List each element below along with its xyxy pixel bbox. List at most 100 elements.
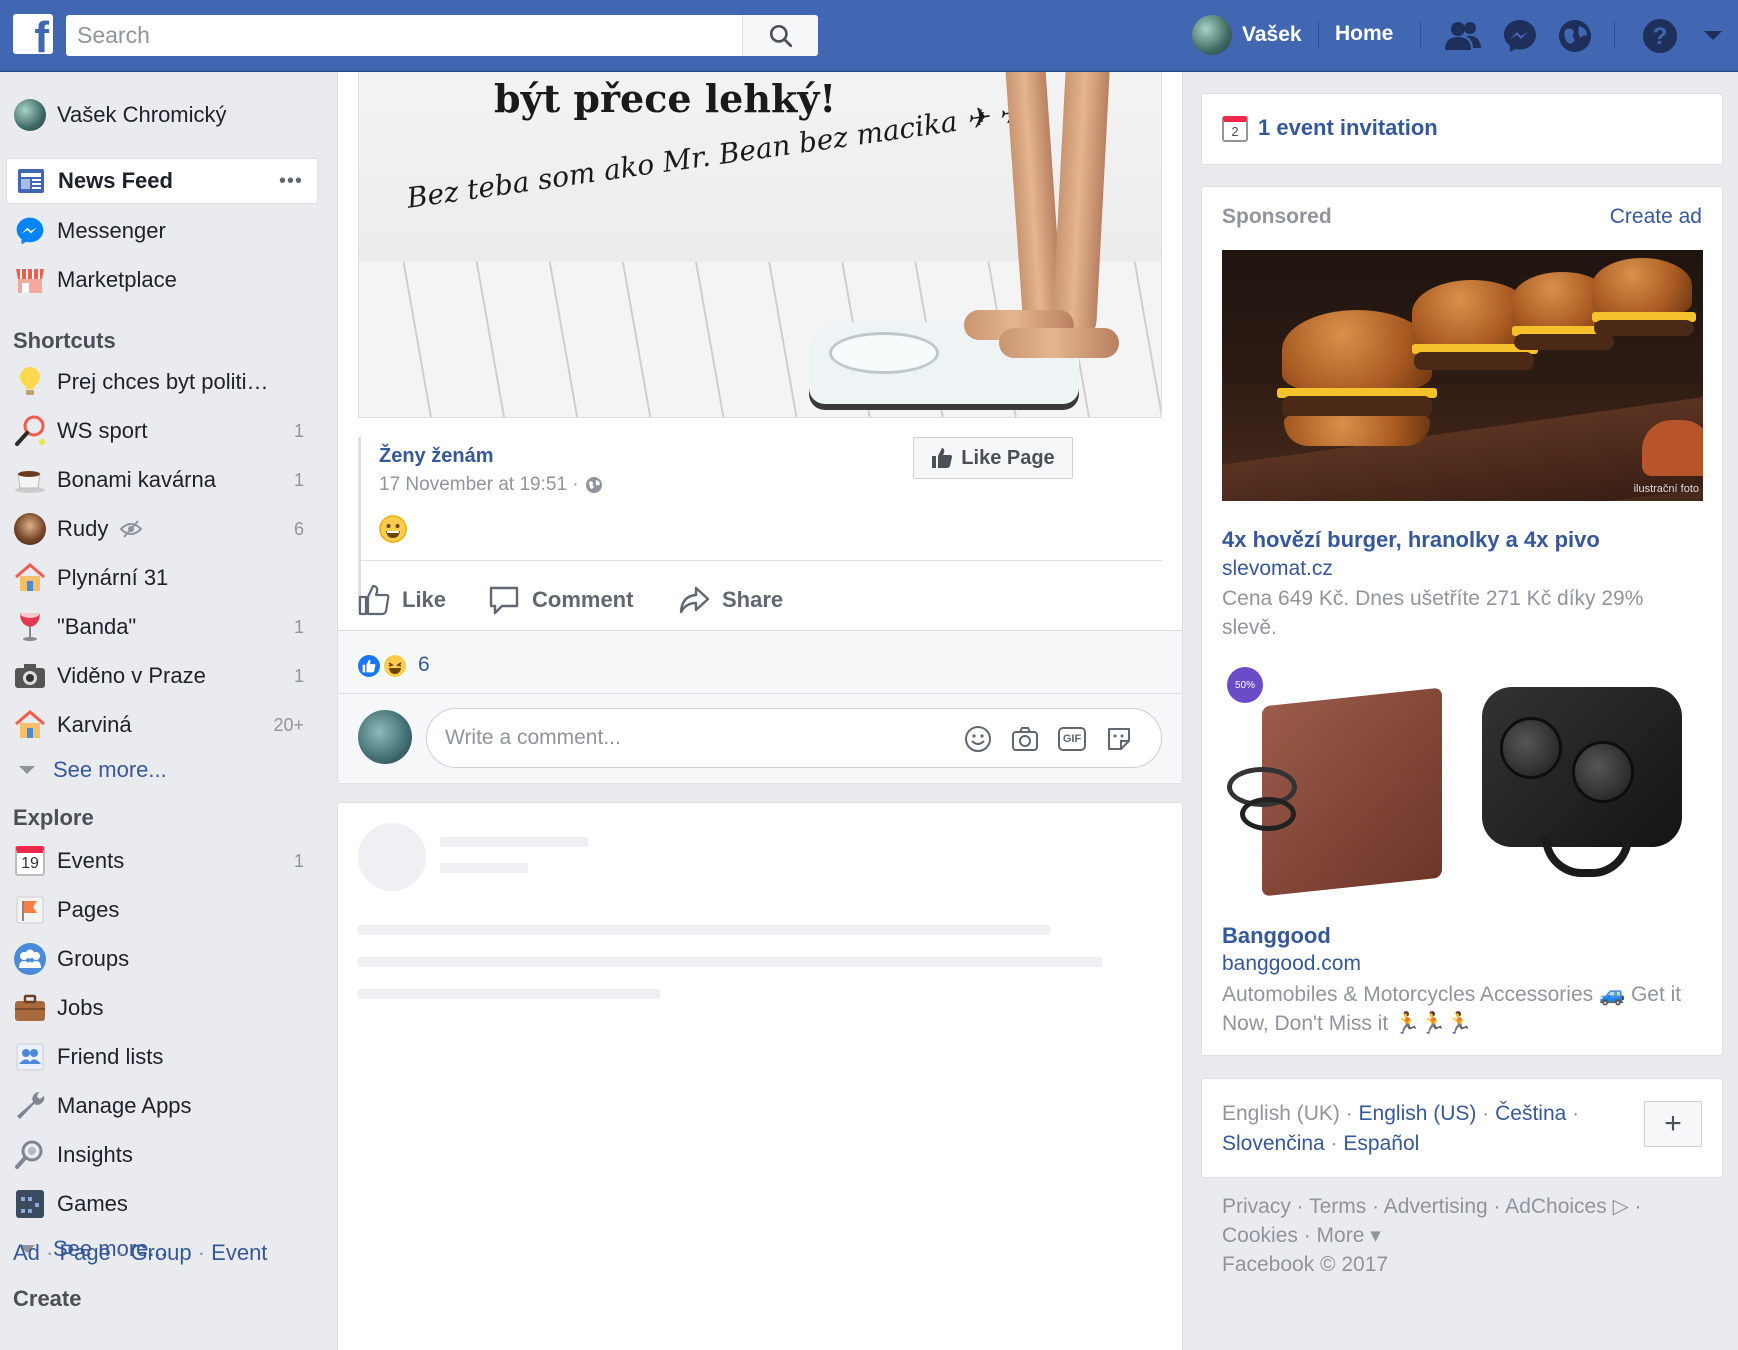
language-link[interactable]: Slovenčina [1222,1132,1325,1155]
event-invitation-card[interactable]: 2 1 event invitation [1201,93,1723,165]
bowl-shape [1642,420,1703,476]
create-ad-link[interactable]: Create ad [1610,205,1702,229]
sidebar-item-games[interactable]: Games [6,1181,318,1227]
haha-reaction-icon [382,653,408,679]
sidebar-item-shortcut[interactable]: Plynární 31 [6,555,318,601]
sidebar-item-shortcut[interactable]: Viděno v Praze 1 [6,653,318,699]
sidebar-item-friend-lists[interactable]: Friend lists [6,1034,318,1080]
sidebar-item-insights[interactable]: Insights [6,1132,318,1178]
patty-shape [1594,320,1694,336]
sidebar-item-manage-apps[interactable]: Manage Apps [6,1083,318,1129]
footer-links-row[interactable]: Cookies · More ▾ [1222,1221,1702,1250]
separator: · [110,1240,131,1265]
sidebar-item-label: Friend lists [57,1044,164,1069]
help-icon[interactable]: ? [1639,15,1681,57]
sidebar-item-label: Plynární 31 [57,565,169,590]
more-languages-plus-icon[interactable]: + [1644,1101,1702,1147]
sidebar-item-label: Games [57,1191,128,1216]
ad-image-note: ilustrační foto [1633,483,1699,495]
sidebar-item-messenger[interactable]: Messenger [6,208,318,254]
patty-shape [1414,352,1534,370]
burger-bun-shape [1284,416,1430,446]
friend-list-icon [13,1040,47,1074]
create-page-link[interactable]: Page [59,1240,110,1265]
left-navigation: Vašek Chromický News Feed ••• Messenger … [0,72,325,1350]
sidebar-item-marketplace[interactable]: Marketplace [6,257,318,303]
timestamp-text: 17 November at 19:51 · [379,474,579,495]
event-invitation-link[interactable]: 1 event invitation [1258,115,1438,141]
comment-input[interactable] [445,709,945,767]
item-count: 6 [293,518,304,539]
sidebar-profile[interactable]: Vašek Chromický [6,92,318,138]
footer-links-row[interactable]: Privacy · Terms · Advertising · AdChoice… [1222,1192,1702,1221]
ad-image-burgers[interactable]: ilustrační foto [1222,250,1703,501]
sticker-icon[interactable] [1104,724,1134,754]
emoji-picker-icon[interactable] [963,724,993,754]
sidebar-item-shortcut[interactable]: "Banda" 1 [6,604,318,650]
sidebar-item-news-feed[interactable]: News Feed ••• [6,158,318,204]
language-link[interactable]: English (US) [1359,1102,1477,1125]
page-name-link[interactable]: Ženy ženám [379,445,493,468]
ad-domain-link[interactable]: banggood.com [1222,952,1361,976]
top-user-name: Vašek [1242,23,1302,46]
ad-domain-link[interactable]: slevomat.cz [1222,557,1333,581]
item-count: 1 [293,616,304,637]
more-options-icon[interactable]: ••• [279,170,303,193]
post-timestamp[interactable]: 17 November at 19:51 · [379,474,603,496]
loading-post-placeholder [337,802,1183,1350]
search-icon [769,24,792,47]
friend-requests-icon[interactable] [1442,15,1484,57]
search-button[interactable] [742,15,818,56]
see-more-shortcuts-link[interactable]: See more... [19,757,167,783]
facebook-logo-icon[interactable]: f [13,14,53,54]
gif-icon[interactable]: GIF [1057,724,1087,754]
sidebar-item-shortcut[interactable]: Prej chces byt politi… [6,359,318,405]
create-ad-link[interactable]: Ad [13,1240,40,1265]
camera-icon[interactable] [1010,724,1040,754]
create-event-link[interactable]: Event [211,1240,267,1265]
sidebar-item-jobs[interactable]: Jobs [6,985,318,1031]
skeleton-line [440,863,528,873]
shared-post-image[interactable]: být přece lehký! Bez teba som ako Mr. Be… [358,72,1162,418]
language-link[interactable]: Español [1343,1132,1419,1155]
share-label: Share [722,587,784,612]
sidebar-item-groups[interactable]: Groups [6,936,318,982]
sidebar-item-shortcut[interactable]: WS sport 1 [6,408,318,454]
like-button[interactable]: Like [358,580,446,620]
separator: · [1339,1102,1359,1125]
search-input[interactable] [66,15,736,56]
games-icon [13,1187,47,1221]
patty-shape [1514,334,1614,350]
home-link[interactable]: Home [1335,22,1393,46]
ad-headline-link[interactable]: 4x hovězí burger, hranolky a 4x pivo [1222,527,1600,553]
notifications-globe-icon[interactable] [1554,15,1596,57]
calendar-date: 19 [15,846,45,876]
sidebar-item-shortcut[interactable]: Karviná 20+ [6,702,318,748]
reactions-summary[interactable]: 6 [338,630,1182,694]
house-icon [13,708,47,742]
ad-headline-link[interactable]: Banggood [1222,923,1331,949]
ad-image-car-accessories[interactable]: 50% [1222,657,1703,897]
gif-label: GIF [1058,727,1086,751]
like-page-button[interactable]: Like Page [913,437,1073,479]
skeleton-line [440,837,588,847]
wrench-icon [13,1089,47,1123]
divider [1420,22,1421,48]
briefcase-icon [13,991,47,1025]
messenger-icon[interactable] [1499,15,1541,57]
top-profile-link[interactable]: Vašek [1192,14,1302,56]
account-menu-chevron-down-icon[interactable] [1692,15,1734,57]
share-button[interactable]: Share [678,580,783,620]
comment-button[interactable]: Comment [488,580,633,620]
avatar-icon [13,512,47,546]
create-group-link[interactable]: Group [130,1240,191,1265]
language-link[interactable]: Čeština [1495,1102,1566,1125]
sidebar-item-label: Karviná [57,712,132,737]
sidebar-item-shortcut[interactable]: Rudy 6 [6,506,318,552]
divider [1614,22,1615,48]
hidden-eye-icon [120,520,142,538]
sidebar-item-pages[interactable]: Pages [6,887,318,933]
coffee-icon [13,463,47,497]
sidebar-item-events[interactable]: 19 Events 1 [6,838,318,884]
sidebar-item-shortcut[interactable]: Bonami kavárna 1 [6,457,318,503]
